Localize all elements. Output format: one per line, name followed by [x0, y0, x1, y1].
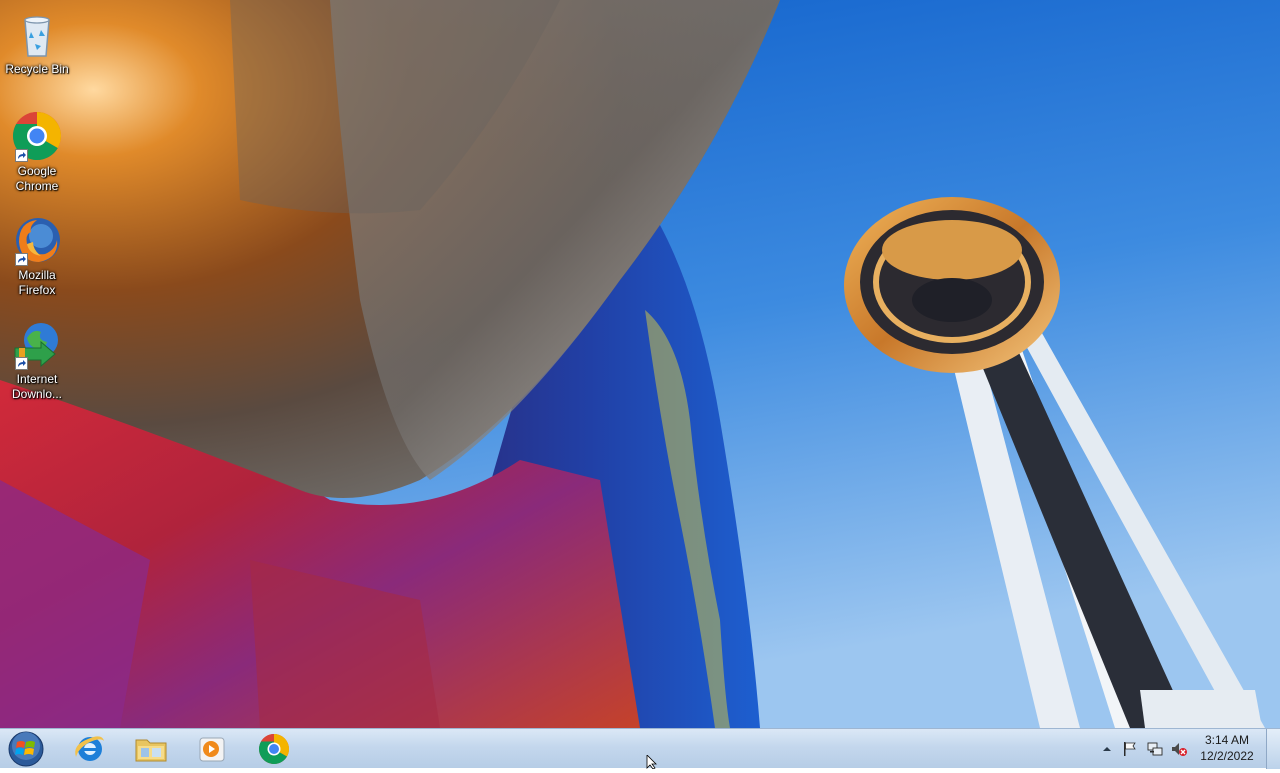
taskbar: 3:14 AM 12/2/2022	[0, 728, 1280, 769]
chrome-icon	[11, 110, 63, 162]
desktop-icon-recycle-bin[interactable]: Recycle Bin	[4, 6, 70, 77]
mouse-cursor-icon	[646, 755, 657, 769]
show-desktop-button[interactable]	[1266, 729, 1280, 769]
taskbar-google-chrome[interactable]	[248, 731, 300, 767]
windows-start-icon	[8, 731, 44, 767]
system-clock[interactable]: 3:14 AM 12/2/2022	[1192, 732, 1262, 764]
clock-time: 3:14 AM	[1204, 733, 1250, 747]
recycle-bin-icon	[11, 8, 63, 60]
volume-muted-icon[interactable]	[1170, 740, 1188, 758]
shortcut-arrow-icon	[15, 357, 28, 370]
windows-media-player-icon	[199, 737, 225, 762]
internet-download-manager-icon	[11, 318, 63, 370]
action-center-flag-icon[interactable]	[1121, 740, 1139, 758]
desktop-icon-label: Mozilla Firefox	[18, 268, 56, 297]
network-icon[interactable]	[1146, 740, 1164, 758]
file-explorer-icon	[135, 739, 167, 762]
taskbar-file-explorer[interactable]	[125, 731, 177, 767]
clock-date: 12/2/2022	[1200, 749, 1254, 763]
internet-explorer-icon	[75, 736, 104, 761]
desktop-wallpaper	[0, 0, 1280, 728]
chrome-icon	[258, 734, 290, 765]
taskbar-windows-media-player[interactable]	[186, 731, 238, 767]
desktop-icon-internet-download-manager[interactable]: Internet Downlo...	[4, 316, 70, 402]
show-hidden-icons-arrow[interactable]	[1098, 740, 1116, 758]
desktop-icon-label: Recycle Bin	[5, 62, 69, 76]
desktop-icon-label: Internet Downlo...	[11, 372, 63, 401]
firefox-icon	[11, 214, 63, 266]
desktop-icon-mozilla-firefox[interactable]: Mozilla Firefox	[4, 212, 70, 298]
desktop-icon-google-chrome[interactable]: Google Chrome	[4, 108, 70, 194]
taskbar-internet-explorer[interactable]	[64, 731, 116, 767]
shortcut-arrow-icon	[15, 253, 28, 266]
start-button[interactable]	[6, 730, 46, 768]
shortcut-arrow-icon	[15, 149, 28, 162]
desktop-icon-label: Google Chrome	[15, 164, 59, 193]
desktop[interactable]: Recycle Bin Google Chrome Mozilla Firefo…	[0, 0, 1280, 728]
